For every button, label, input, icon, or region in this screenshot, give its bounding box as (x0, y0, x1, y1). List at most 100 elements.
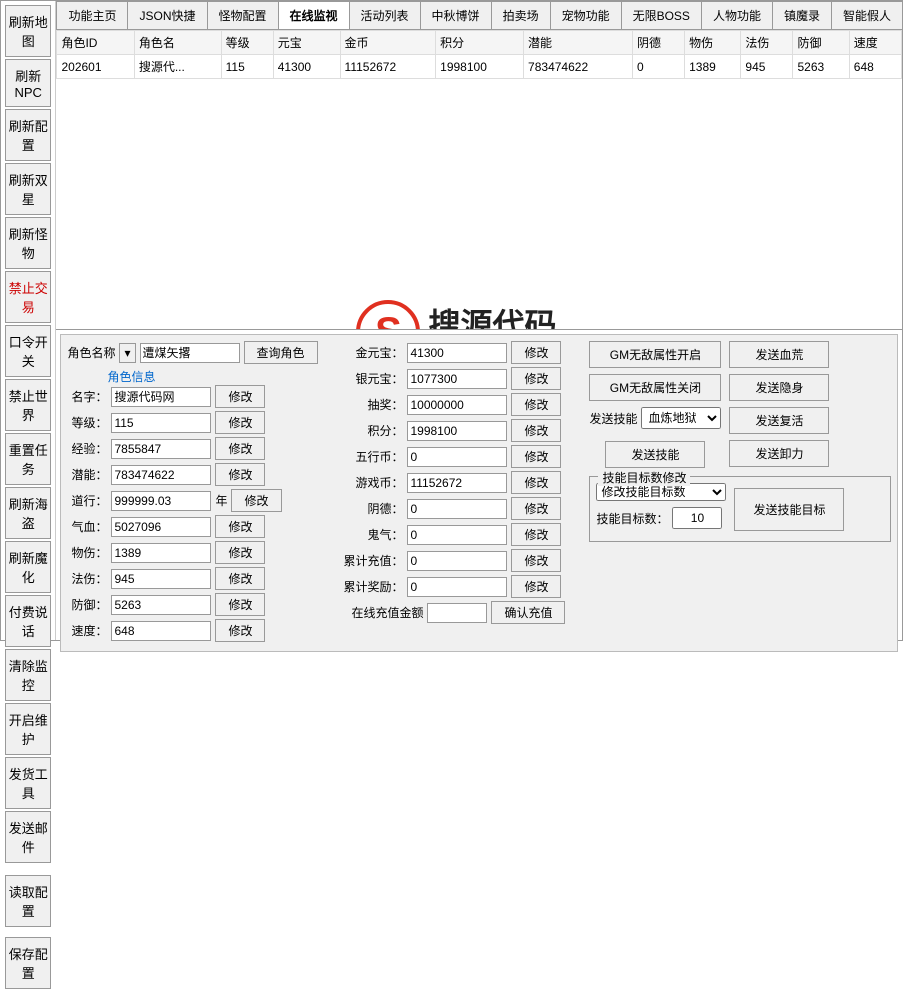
query-role-button[interactable]: 查询角色 (244, 341, 318, 364)
tab-在线监视[interactable]: 在线监视 (278, 1, 350, 29)
sidebar-btn-15[interactable]: 发送邮件 (5, 811, 51, 863)
sidebar-btn-13[interactable]: 开启维护 (5, 703, 51, 755)
confirm-recharge-button[interactable]: 确认充值 (491, 601, 565, 624)
modify-speed-button[interactable]: 修改 (215, 619, 265, 642)
modify-dao-button[interactable]: 修改 (231, 489, 281, 512)
inp-name[interactable] (111, 387, 211, 407)
tab-人物功能[interactable]: 人物功能 (701, 1, 773, 29)
role-name-input[interactable] (140, 343, 240, 363)
extra-btn-2[interactable]: 发送复活 (729, 407, 829, 434)
col-header[interactable]: 防御 (793, 31, 849, 55)
tab-智能假人[interactable]: 智能假人 (831, 1, 903, 29)
inp-qi[interactable] (111, 517, 211, 537)
inp-level[interactable] (111, 413, 211, 433)
sidebar-btn-14[interactable]: 发货工具 (5, 757, 51, 809)
col-header[interactable]: 潜能 (524, 31, 633, 55)
skill-select[interactable]: 血炼地狱 (641, 407, 721, 429)
modify-wuxing-button[interactable]: 修改 (511, 445, 561, 468)
sidebar-btn-1[interactable]: 刷新NPC (5, 59, 51, 107)
modify-chou-button[interactable]: 修改 (511, 393, 561, 416)
table-row[interactable]: 202601搜源代...1154130011152672199810078347… (57, 55, 902, 79)
inp-fangyu[interactable] (111, 595, 211, 615)
col-header[interactable]: 阴德 (633, 31, 685, 55)
modify-name-button[interactable]: 修改 (215, 385, 265, 408)
extra-btn-1[interactable]: 发送隐身 (729, 374, 829, 401)
send-skill-target-button[interactable]: 发送技能目标 (734, 488, 844, 531)
modify-fangyu-button[interactable]: 修改 (215, 593, 265, 616)
sidebar-btn-2[interactable]: 刷新配置 (5, 109, 51, 161)
tab-无限BOSS[interactable]: 无限BOSS (621, 1, 702, 29)
tab-宠物功能[interactable]: 宠物功能 (550, 1, 622, 29)
modify-exp-button[interactable]: 修改 (215, 437, 265, 460)
inp-jifen[interactable] (407, 421, 507, 441)
inp-youxi[interactable] (407, 473, 507, 493)
tab-JSON快捷[interactable]: JSON快捷 (127, 1, 207, 29)
inp-exp[interactable] (111, 439, 211, 459)
tab-功能主页[interactable]: 功能主页 (56, 1, 128, 29)
inp-leijiang[interactable] (407, 577, 507, 597)
modify-pot-button[interactable]: 修改 (215, 463, 265, 486)
sidebar-btn-3[interactable]: 刷新双星 (5, 163, 51, 215)
gm-invincible-off-button[interactable]: GM无敌属性关闭 (589, 374, 721, 401)
sidebar-btn-0[interactable]: 刷新地图 (5, 5, 51, 57)
modify-jifen-button[interactable]: 修改 (511, 419, 561, 442)
gm-invincible-on-button[interactable]: GM无敌属性开启 (589, 341, 721, 368)
col-header[interactable]: 物伤 (685, 31, 741, 55)
sidebar-btn-11[interactable]: 付费说话 (5, 595, 51, 647)
col-header[interactable]: 元宝 (273, 31, 340, 55)
sidebar-btn-12[interactable]: 清除监控 (5, 649, 51, 701)
modify-level-button[interactable]: 修改 (215, 411, 265, 434)
modify-guiqi-button[interactable]: 修改 (511, 523, 561, 546)
extra-btn-3[interactable]: 发送卸力 (729, 440, 829, 467)
modify-yin-button[interactable]: 修改 (511, 367, 561, 390)
col-header[interactable]: 速度 (849, 31, 901, 55)
tab-镇魔录[interactable]: 镇魔录 (772, 1, 832, 29)
sidebar-btn-9[interactable]: 刷新海盗 (5, 487, 51, 539)
inp-chou[interactable] (407, 395, 507, 415)
modify-youxi-button[interactable]: 修改 (511, 471, 561, 494)
col-header[interactable]: 角色名 (134, 31, 221, 55)
col-header[interactable]: 积分 (436, 31, 524, 55)
sidebar-btn-7[interactable]: 禁止世界 (5, 379, 51, 431)
modify-leichong-button[interactable]: 修改 (511, 549, 561, 572)
target-count-input[interactable] (672, 507, 722, 529)
inp-pot[interactable] (111, 465, 211, 485)
sidebar-btn-6[interactable]: 口令开关 (5, 325, 51, 377)
sidebar-sep-0[interactable]: 读取配置 (5, 875, 51, 927)
modify-qi-button[interactable]: 修改 (215, 515, 265, 538)
sidebar-btn-10[interactable]: 刷新魔化 (5, 541, 51, 593)
modify-fashang-button[interactable]: 修改 (215, 567, 265, 590)
sidebar-btn-8[interactable]: 重置任务 (5, 433, 51, 485)
col-header[interactable]: 金币 (340, 31, 436, 55)
inp-dao[interactable] (111, 491, 211, 511)
tab-活动列表[interactable]: 活动列表 (349, 1, 421, 29)
dropdown-btn[interactable]: ▾ (119, 343, 135, 363)
sidebar-btn-5[interactable]: 禁止交易 (5, 271, 51, 323)
col-header[interactable]: 角色ID (57, 31, 134, 55)
tab-怪物配置[interactable]: 怪物配置 (207, 1, 279, 29)
inp-guiqi[interactable] (407, 525, 507, 545)
extra-btn-0[interactable]: 发送血荒 (729, 341, 829, 368)
sidebar-btn-4[interactable]: 刷新怪物 (5, 217, 51, 269)
inp-leichong[interactable] (407, 551, 507, 571)
modify-jin-button[interactable]: 修改 (511, 341, 561, 364)
inp-jin[interactable] (407, 343, 507, 363)
col-header[interactable]: 等级 (221, 31, 273, 55)
data-grid[interactable]: 角色ID角色名等级元宝金币积分潜能阴德物伤法伤防御速度 202601搜源代...… (56, 30, 902, 330)
inp-yinde[interactable] (407, 499, 507, 519)
inp-online[interactable] (427, 603, 487, 623)
sidebar-sep-1[interactable]: 保存配置 (5, 937, 51, 989)
inp-wuxing[interactable] (407, 447, 507, 467)
inp-speed[interactable] (111, 621, 211, 641)
col-header[interactable]: 法伤 (741, 31, 793, 55)
send-skill-button[interactable]: 发送技能 (605, 441, 705, 468)
tab-中秋博饼[interactable]: 中秋博饼 (420, 1, 492, 29)
role-info-link[interactable]: 角色信息 (107, 368, 327, 385)
inp-yin[interactable] (407, 369, 507, 389)
modify-yinde-button[interactable]: 修改 (511, 497, 561, 520)
modify-wushang-button[interactable]: 修改 (215, 541, 265, 564)
tab-拍卖场[interactable]: 拍卖场 (491, 1, 551, 29)
inp-wushang[interactable] (111, 543, 211, 563)
inp-fashang[interactable] (111, 569, 211, 589)
modify-leijiang-button[interactable]: 修改 (511, 575, 561, 598)
